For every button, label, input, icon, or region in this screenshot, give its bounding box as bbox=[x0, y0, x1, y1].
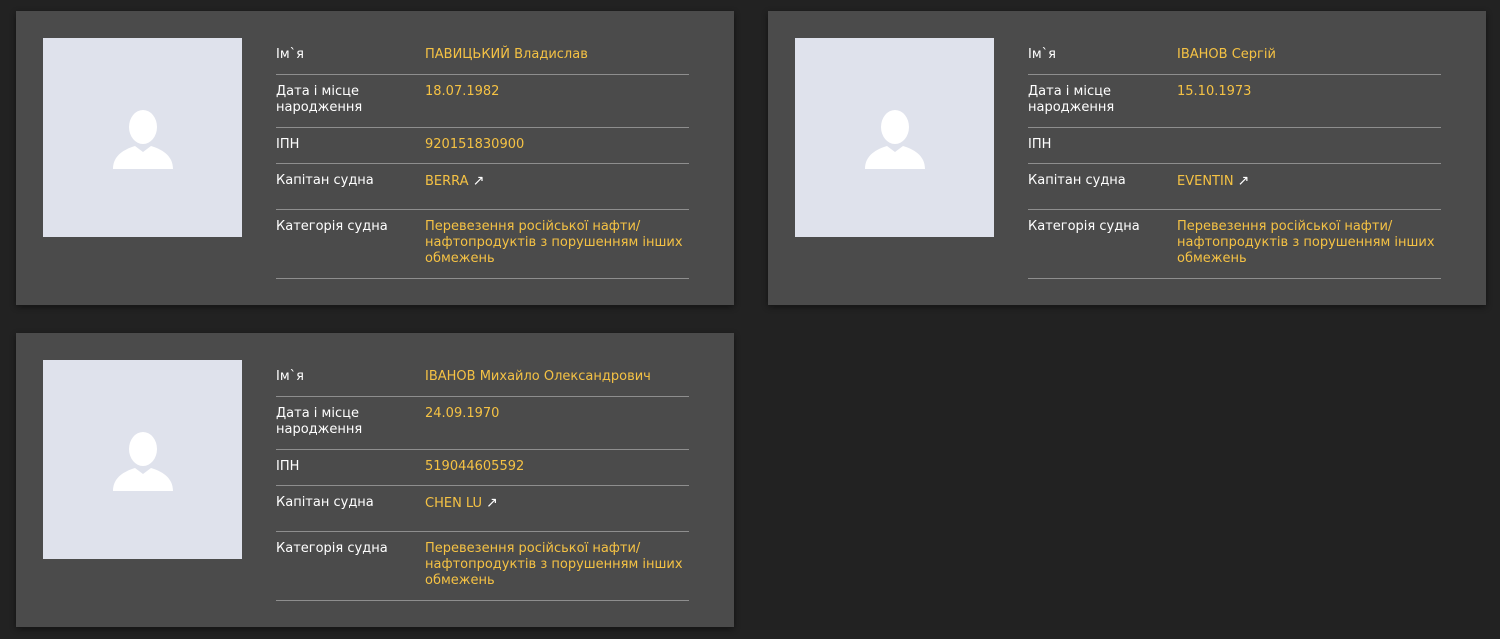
field-inn: ІПН bbox=[1028, 128, 1441, 164]
person-details: Ім`я ІВАНОВ Сергій Дата і місце народжен… bbox=[1028, 38, 1441, 279]
field-category: Категорія судна Перевезення російської н… bbox=[276, 210, 689, 279]
label-name: Ім`я bbox=[1028, 47, 1056, 62]
label-captain: Капітан судна bbox=[1028, 173, 1126, 188]
field-birth: Дата і місце народження 15.10.1973 bbox=[1028, 75, 1441, 128]
field-name: Ім`я ІВАНОВ Михайло Олександрович bbox=[276, 360, 689, 397]
field-inn: ІПН 519044605592 bbox=[276, 450, 689, 486]
person-card: Ім`я ІВАНОВ Сергій Дата і місце народжен… bbox=[768, 11, 1486, 305]
field-birth: Дата і місце народження 18.07.1982 bbox=[276, 75, 689, 128]
label-category: Категорія судна bbox=[276, 219, 388, 234]
field-captain: Капітан судна CHEN LU ↗ bbox=[276, 486, 689, 532]
person-photo-placeholder bbox=[795, 38, 994, 237]
label-name: Ім`я bbox=[276, 47, 304, 62]
field-captain: Капітан судна BERRA ↗ bbox=[276, 164, 689, 210]
value-birth: 15.10.1973 bbox=[1177, 84, 1252, 99]
label-birth: Дата і місце народження bbox=[276, 406, 363, 437]
value-name: ІВАНОВ Михайло Олександрович bbox=[425, 369, 651, 384]
person-photo-placeholder bbox=[43, 360, 242, 559]
arrow-up-right-icon[interactable]: ↗ bbox=[1238, 173, 1250, 189]
value-category: Перевезення російської нафти/нафтопродук… bbox=[425, 541, 683, 588]
field-name: Ім`я ІВАНОВ Сергій bbox=[1028, 38, 1441, 75]
vessel-link[interactable]: BERRA ↗ bbox=[425, 173, 689, 199]
value-category: Перевезення російської нафти/нафтопродук… bbox=[1177, 219, 1435, 266]
person-silhouette-icon bbox=[112, 431, 173, 491]
label-birth: Дата і місце народження bbox=[276, 84, 363, 115]
label-inn: ІПН bbox=[276, 137, 300, 152]
value-category: Перевезення російської нафти/нафтопродук… bbox=[425, 219, 683, 266]
field-name: Ім`я ПАВИЦЬКИЙ Владислав bbox=[276, 38, 689, 75]
label-captain: Капітан судна bbox=[276, 495, 374, 510]
field-captain: Капітан судна EVENTIN ↗ bbox=[1028, 164, 1441, 210]
field-category: Категорія судна Перевезення російської н… bbox=[1028, 210, 1441, 279]
value-inn bbox=[1177, 137, 1441, 153]
vessel-link[interactable]: EVENTIN ↗ bbox=[1177, 173, 1441, 199]
vessel-link[interactable]: CHEN LU ↗ bbox=[425, 495, 689, 521]
label-category: Категорія судна bbox=[1028, 219, 1140, 234]
label-category: Категорія судна bbox=[276, 541, 388, 556]
value-inn: 920151830900 bbox=[425, 137, 525, 152]
label-inn: ІПН bbox=[276, 459, 300, 474]
arrow-up-right-icon[interactable]: ↗ bbox=[486, 495, 498, 511]
value-name: ІВАНОВ Сергій bbox=[1177, 47, 1276, 62]
person-card: Ім`я ПАВИЦЬКИЙ Владислав Дата і місце на… bbox=[16, 11, 734, 305]
label-captain: Капітан судна bbox=[276, 173, 374, 188]
field-category: Категорія судна Перевезення російської н… bbox=[276, 532, 689, 601]
field-birth: Дата і місце народження 24.09.1970 bbox=[276, 397, 689, 450]
person-silhouette-icon bbox=[112, 109, 173, 169]
vessel-name[interactable]: EVENTIN bbox=[1177, 174, 1234, 189]
person-details: Ім`я ПАВИЦЬКИЙ Владислав Дата і місце на… bbox=[276, 38, 689, 279]
label-birth: Дата і місце народження bbox=[1028, 84, 1115, 115]
person-photo-placeholder bbox=[43, 38, 242, 237]
person-details: Ім`я ІВАНОВ Михайло Олександрович Дата і… bbox=[276, 360, 689, 601]
value-inn: 519044605592 bbox=[425, 459, 525, 474]
label-name: Ім`я bbox=[276, 369, 304, 384]
vessel-name[interactable]: BERRA bbox=[425, 174, 469, 189]
field-inn: ІПН 920151830900 bbox=[276, 128, 689, 164]
value-birth: 24.09.1970 bbox=[425, 406, 500, 421]
person-card: Ім`я ІВАНОВ Михайло Олександрович Дата і… bbox=[16, 333, 734, 627]
vessel-name[interactable]: CHEN LU bbox=[425, 496, 482, 511]
arrow-up-right-icon[interactable]: ↗ bbox=[473, 173, 485, 189]
label-inn: ІПН bbox=[1028, 137, 1052, 152]
value-birth: 18.07.1982 bbox=[425, 84, 500, 99]
value-name: ПАВИЦЬКИЙ Владислав bbox=[425, 47, 588, 62]
person-silhouette-icon bbox=[864, 109, 925, 169]
